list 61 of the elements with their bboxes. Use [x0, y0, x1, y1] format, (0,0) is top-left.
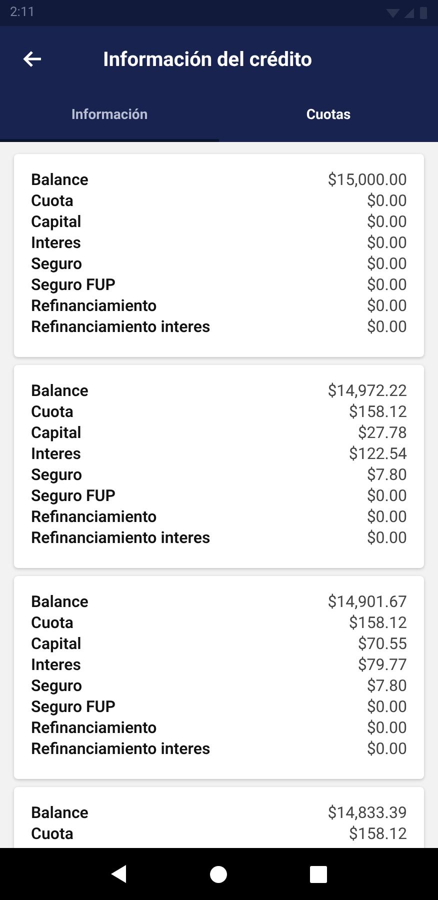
- row-label: Capital: [31, 422, 82, 444]
- row-label: Cuota: [31, 612, 74, 634]
- row-value: $0.00: [366, 316, 407, 338]
- row-value: $158.12: [348, 612, 407, 634]
- row-label: Balance: [31, 590, 88, 612]
- status-time: 2:11: [10, 4, 36, 22]
- row-label: Interes: [31, 654, 81, 676]
- row-label: Capital: [31, 210, 82, 232]
- row-label: Cuota: [31, 400, 74, 422]
- screen-title: Información del crédito: [103, 46, 312, 73]
- row-label: Seguro FUP: [31, 274, 116, 296]
- row-value: $0.00: [366, 484, 407, 506]
- row-value: $79.77: [358, 654, 407, 676]
- status-icons: [386, 6, 428, 20]
- row-label: Refinanciamiento: [31, 716, 157, 738]
- row-value: $0.00: [366, 232, 407, 254]
- row-value: $70.55: [358, 632, 407, 654]
- row-label: Interes: [31, 442, 81, 464]
- row-value: $0.00: [366, 526, 407, 548]
- row-value: $14,972.22: [328, 380, 407, 402]
- row-value: $0.00: [366, 294, 407, 316]
- row-value: $122.54: [348, 442, 407, 464]
- row-label: Seguro: [31, 674, 82, 696]
- row-value: $14,833.39: [328, 802, 407, 824]
- row-value: $14,901.67: [328, 590, 407, 612]
- row-label: Seguro: [31, 464, 82, 486]
- row-value: $0.00: [366, 716, 407, 738]
- row-label: Refinanciamiento: [31, 506, 157, 528]
- row-label: Seguro: [31, 252, 82, 274]
- row-value: $158.12: [348, 400, 407, 422]
- row-value: $0.00: [366, 738, 407, 760]
- row-label: Refinanciamiento interes: [31, 526, 210, 548]
- row-label: Seguro FUP: [31, 484, 116, 506]
- row-label: Refinanciamiento interes: [31, 738, 210, 760]
- row-label: Cuota: [31, 822, 74, 844]
- row-label: Refinanciamiento: [31, 294, 157, 316]
- row-value: $158.12: [348, 822, 407, 844]
- tab[interactable]: Información: [0, 92, 219, 142]
- row-value: $0.00: [366, 274, 407, 296]
- row-label: Cuota: [31, 190, 74, 212]
- row-value: $27.78: [358, 422, 407, 444]
- row-label: Capital: [31, 632, 82, 654]
- row-label: Seguro FUP: [31, 696, 116, 718]
- recents-icon[interactable]: [310, 866, 327, 882]
- row-label: Balance: [31, 380, 88, 402]
- row-value: $0.00: [366, 506, 407, 528]
- row-label: Interes: [31, 232, 81, 254]
- row-value: $7.80: [366, 464, 407, 486]
- row-label: Refinanciamiento interes: [31, 316, 210, 338]
- row-value: $0.00: [366, 252, 407, 274]
- tab[interactable]: Cuotas: [219, 92, 438, 142]
- home-icon[interactable]: [210, 866, 227, 882]
- row-value: $0.00: [366, 210, 407, 232]
- row-label: Balance: [31, 802, 88, 824]
- row-value: $15,000.00: [328, 168, 407, 190]
- back-arrow-icon: [22, 50, 42, 68]
- row-value: $0.00: [366, 696, 407, 718]
- row-value: $0.00: [366, 190, 407, 212]
- row-value: $7.80: [366, 674, 407, 696]
- back-icon[interactable]: [111, 865, 128, 883]
- row-label: Balance: [31, 168, 88, 190]
